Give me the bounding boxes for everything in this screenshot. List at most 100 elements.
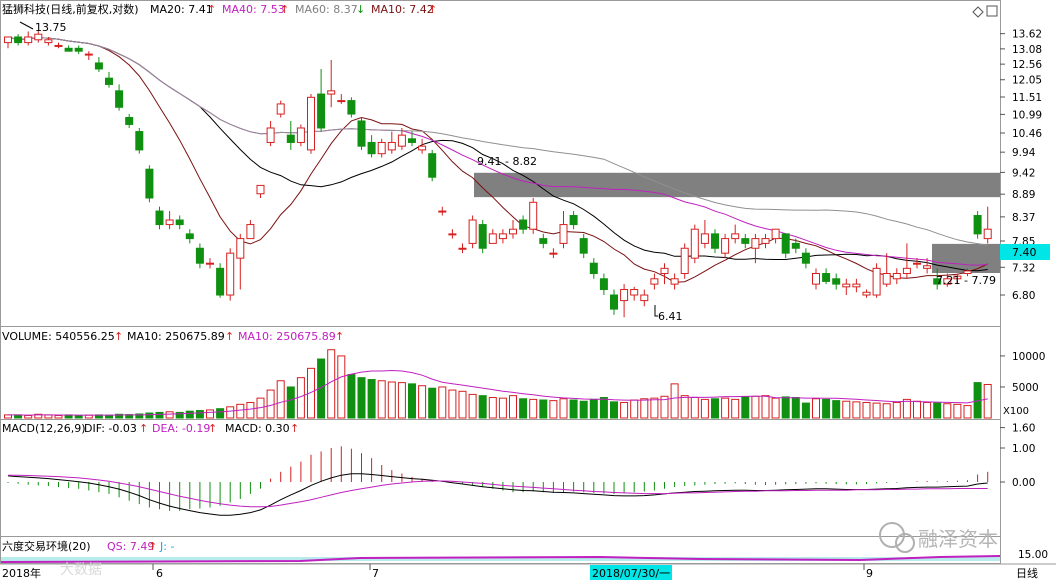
price-tick-label: 9.42 [1012,167,1035,179]
volume-bar [882,403,891,419]
candle-body [721,238,730,254]
candle-body [690,228,699,259]
candle-body [317,93,326,129]
candle-body [488,233,497,244]
price-tick-label: 8.37 [1012,212,1035,224]
volume-bar [105,414,113,419]
price-tick-label: 8.89 [1012,189,1035,201]
candle-body [266,127,275,143]
volume-bar [519,398,528,419]
volume-bar [24,415,33,419]
candle-body [307,96,315,151]
axis-year-label: 2018年 [2,566,41,580]
volume-bar [509,395,517,419]
candle-body [842,283,851,288]
volume-bar [408,383,416,419]
volume-bar [751,395,760,419]
candle-body [559,224,568,244]
candle-body [458,247,467,250]
candle-body [579,238,588,254]
volume-bar [458,390,467,419]
candle-body [276,103,285,115]
volume-bar [468,393,477,419]
watermark-left: 大数据 [60,562,102,578]
candle-body [913,262,921,265]
arrow-up-icon: ↑ [290,422,299,435]
volume-bar [650,397,659,419]
volume-label: VOLUME: 540556.25 [2,330,115,343]
macd-params: MACD(12,26,9) [2,422,86,435]
current-price-label: 7.40 [1012,246,1037,259]
candle-body [367,141,376,155]
volume-bar [630,399,639,419]
candle-body [862,291,871,296]
volume-bar [812,398,820,419]
cursor-date: 2018/07/30/一 [592,567,670,580]
volume-bar [418,385,427,419]
dea-label: DEA: -0.19 [152,422,210,435]
candle-body [549,252,558,255]
volume-bar [347,374,356,419]
volume-bar [761,395,770,419]
candle-body [973,215,982,235]
candle-body [286,134,295,143]
zone-lower-label: 7.21 - 7.79 [936,274,996,287]
ma60-label: MA60: 8.37 [295,3,358,16]
candle-body [902,267,911,275]
candle-body [478,224,487,249]
volume-bar [155,411,164,419]
candle-body [660,267,669,275]
stock-chart[interactable]: 猛狮科技(日线,前复权,对数) MA20: 7.41 ↑ MA40: 7.53 … [0,0,1056,582]
candle-body [832,278,841,285]
candle-body [529,201,538,230]
volume-bar [822,398,831,419]
arrow-up-icon: ↑ [148,540,157,553]
candle-body [599,278,608,291]
candle-body [145,168,154,199]
candle-body [680,247,689,275]
support-zone [932,243,1000,273]
volume-bar [549,400,558,419]
candle-body [620,289,629,302]
ma10-label: MA10: 7.42 [371,3,434,16]
arrow-up-icon: ↑ [335,330,344,343]
arrow-up-icon: ↑ [280,3,289,16]
candle-body [771,228,780,240]
volume-bar [892,401,901,419]
candle-body [155,210,164,226]
candle-body [377,141,386,155]
candle-body [175,219,184,226]
volume-bar [195,410,204,419]
candle-body [408,138,416,143]
candle-body [418,145,427,151]
candle-body [761,238,770,244]
volume-bar [711,398,719,419]
volume-bar [529,398,538,419]
volume-bar [791,397,800,419]
volume-bar [185,410,194,419]
candle-body [195,247,204,264]
price-tick-label: 9.94 [1012,147,1036,159]
stock-title[interactable]: 猛狮科技(日线,前复权,对数) [2,2,139,16]
volume-bar [923,401,932,419]
j-label: J: - [159,540,174,553]
volume-bar [771,397,780,419]
arrow-up-icon: ↑ [225,330,234,343]
candle-body [650,278,659,285]
candle-body [206,262,214,265]
candle-body [74,47,83,52]
volume-bar [478,395,487,419]
volume-bar [862,401,871,419]
candle-body [165,219,174,226]
volume-bar [448,389,457,419]
candle-body [801,252,810,264]
candle-body [630,289,639,296]
volume-unit: X100 [1003,406,1029,417]
candle-body [226,252,235,296]
price-tick-label: 7.32 [1012,262,1035,274]
price-tick-label: 10.99 [1012,109,1042,121]
candle-body [327,90,336,95]
volume-bar [599,397,608,419]
axis-month-9: 9 [866,567,873,580]
candle-body [751,238,760,249]
